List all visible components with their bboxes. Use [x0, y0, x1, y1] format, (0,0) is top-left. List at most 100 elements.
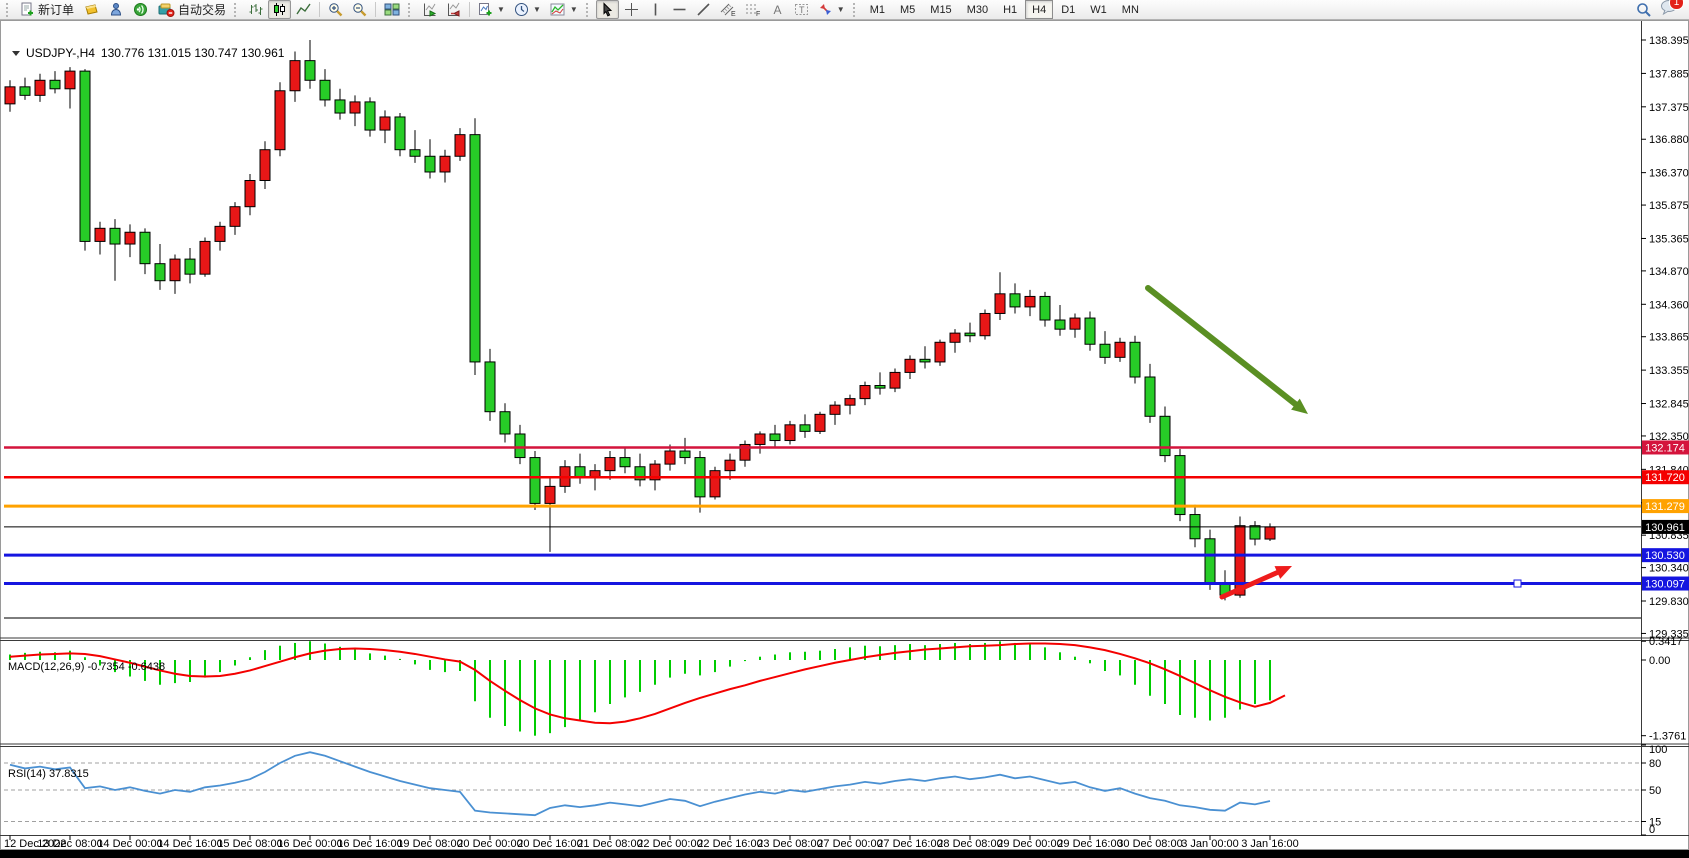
signals-button[interactable]	[129, 0, 153, 19]
trendline-tool-button[interactable]	[692, 0, 715, 19]
toolbar-grip[interactable]	[853, 3, 859, 17]
svg-text:136.880: 136.880	[1649, 134, 1689, 146]
svg-text:100: 100	[1649, 744, 1667, 756]
toolbar-grip[interactable]	[408, 3, 414, 17]
timeframe-button-H4[interactable]: H4	[1025, 0, 1053, 19]
text-label-tool-button[interactable]: T	[790, 0, 813, 19]
notifications-button[interactable]: 1	[1660, 0, 1678, 20]
autotrading-label: 自动交易	[178, 1, 226, 18]
svg-text:0.00: 0.00	[1649, 655, 1670, 667]
toolbar-grip[interactable]	[234, 3, 240, 17]
svg-text:27 Dec 00:00: 27 Dec 00:00	[817, 838, 882, 850]
dropdown-caret-icon: ▼	[570, 5, 578, 14]
chart-canvas[interactable]: 138.395137.885137.375136.880136.370135.8…	[0, 20, 1689, 858]
search-icon[interactable]	[1636, 2, 1652, 18]
crosshair-tool-button[interactable]	[620, 0, 643, 19]
timeframe-button-M15[interactable]: M15	[923, 0, 958, 19]
market-watch-button[interactable]	[104, 0, 128, 19]
dropdown-caret-icon: ▼	[837, 5, 845, 14]
svg-text:130.097: 130.097	[1645, 579, 1685, 591]
arrows-dropdown[interactable]: ▼	[814, 0, 849, 19]
new-chart-dropdown[interactable]: ▼	[474, 0, 509, 19]
toolbar-separator	[375, 2, 376, 17]
chart-profile-button[interactable]	[79, 0, 103, 19]
svg-text:16 Dec 16:00: 16 Dec 16:00	[337, 838, 402, 850]
bar-chart-icon	[248, 2, 263, 17]
chart-window: 138.395137.885137.375136.880136.370135.8…	[0, 20, 1689, 858]
svg-text:135.875: 135.875	[1649, 200, 1689, 212]
svg-text:A: A	[773, 3, 781, 17]
auto-scroll-icon	[422, 2, 437, 17]
new-order-button[interactable]: 新订单	[16, 0, 78, 19]
trendline-icon	[696, 2, 711, 17]
autotrading-button[interactable]: 自动交易	[154, 0, 230, 19]
svg-text:129.830: 129.830	[1649, 596, 1689, 608]
svg-text:130.340: 130.340	[1649, 563, 1689, 575]
svg-text:132.845: 132.845	[1649, 399, 1689, 411]
svg-text:134.870: 134.870	[1649, 266, 1689, 278]
arrow-objects-icon	[818, 2, 833, 17]
timeframe-button-W1[interactable]: W1	[1083, 0, 1114, 19]
toolbar-separator	[469, 2, 470, 17]
main-toolbar: 新订单 自动交易	[0, 0, 1689, 20]
svg-text:136.370: 136.370	[1649, 168, 1689, 180]
line-handle[interactable]	[1514, 580, 1521, 587]
chart-shift-button[interactable]	[442, 0, 465, 19]
timeframe-button-M30[interactable]: M30	[960, 0, 995, 19]
candlestick-chart-icon	[272, 2, 287, 17]
fibonacci-tool-button[interactable]: F	[741, 0, 765, 19]
svg-text:3 Jan 00:00: 3 Jan 00:00	[1181, 838, 1239, 850]
chart-profile-icon	[83, 2, 99, 17]
svg-text:T: T	[799, 5, 805, 15]
equidistant-channel-tool-button[interactable]: E	[716, 0, 740, 19]
timeframe-button-M1[interactable]: M1	[863, 0, 892, 19]
dropdown-caret-icon: ▼	[497, 5, 505, 14]
svg-text:30 Dec 08:00: 30 Dec 08:00	[1117, 838, 1182, 850]
timeframe-button-D1[interactable]: D1	[1054, 0, 1082, 19]
toolbar-grip[interactable]	[6, 3, 12, 17]
svg-text:27 Dec 16:00: 27 Dec 16:00	[877, 838, 942, 850]
svg-text:14 Dec 16:00: 14 Dec 16:00	[157, 838, 222, 850]
svg-text:14 Dec 00:00: 14 Dec 00:00	[97, 838, 162, 850]
period-dropdown[interactable]: ▼	[510, 0, 545, 19]
cursor-icon	[600, 2, 615, 17]
svg-text:28 Dec 08:00: 28 Dec 08:00	[937, 838, 1002, 850]
svg-text:133.865: 133.865	[1649, 332, 1689, 344]
indicators-icon	[550, 2, 566, 17]
candlestick-chart-button[interactable]	[268, 0, 291, 19]
tile-windows-button[interactable]	[380, 0, 404, 19]
indicators-dropdown[interactable]: ▼	[546, 0, 582, 19]
auto-scroll-button[interactable]	[418, 0, 441, 19]
svg-text:131.720: 131.720	[1645, 472, 1685, 484]
bar-chart-button[interactable]	[244, 0, 267, 19]
svg-text:131.279: 131.279	[1645, 501, 1685, 513]
new-order-icon	[20, 2, 35, 17]
svg-text:29 Dec 16:00: 29 Dec 16:00	[1057, 838, 1122, 850]
svg-text:0.3417: 0.3417	[1649, 636, 1683, 648]
timeframe-button-H1[interactable]: H1	[996, 0, 1024, 19]
horizontal-line-icon	[672, 2, 687, 17]
horizontal-line-tool-button[interactable]	[668, 0, 691, 19]
zoom-out-button[interactable]	[348, 0, 371, 19]
zoom-in-icon	[328, 2, 343, 17]
bottom-bar	[0, 850, 1689, 858]
svg-text:3 Jan 16:00: 3 Jan 16:00	[1241, 838, 1299, 850]
svg-text:F: F	[756, 11, 760, 17]
text-tool-button[interactable]: A	[766, 0, 789, 19]
fibonacci-icon: F	[745, 2, 761, 17]
svg-text:20 Dec 16:00: 20 Dec 16:00	[517, 838, 582, 850]
svg-text:13 Dec 08:00: 13 Dec 08:00	[37, 838, 102, 850]
line-chart-button[interactable]	[292, 0, 315, 19]
tile-windows-icon	[384, 2, 400, 17]
new-chart-icon	[478, 2, 493, 17]
notification-count-badge: 1	[1669, 0, 1684, 10]
timeframe-button-MN[interactable]: MN	[1115, 0, 1146, 19]
new-order-label: 新订单	[38, 1, 74, 18]
cursor-tool-button[interactable]	[596, 0, 619, 19]
zoom-in-button[interactable]	[324, 0, 347, 19]
timeframe-button-M5[interactable]: M5	[893, 0, 922, 19]
toolbar-separator	[319, 2, 320, 17]
vertical-line-tool-button[interactable]	[644, 0, 667, 19]
svg-text:29 Dec 00:00: 29 Dec 00:00	[997, 838, 1062, 850]
toolbar-grip[interactable]	[586, 3, 592, 17]
